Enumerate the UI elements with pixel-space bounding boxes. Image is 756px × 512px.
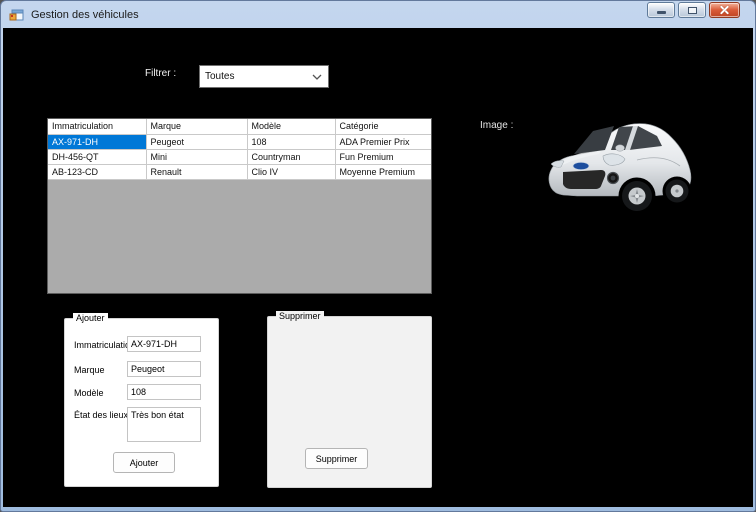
marque-label: Marque <box>74 365 105 375</box>
cell-marque[interactable]: Renault <box>146 164 247 179</box>
cell-modele[interactable]: 108 <box>247 134 335 149</box>
cell-categorie[interactable]: ADA Premier Prix <box>335 134 431 149</box>
cell-immatriculation[interactable]: AB-123-CD <box>48 164 146 179</box>
filter-label: Filtrer : <box>145 68 176 79</box>
table-row: AX-971-DH Peugeot 108 ADA Premier Prix <box>48 134 431 149</box>
window-controls <box>647 2 740 18</box>
close-icon <box>719 6 730 15</box>
cell-marque[interactable]: Mini <box>146 149 247 164</box>
cell-categorie[interactable]: Fun Premium <box>335 149 431 164</box>
vehicles-grid[interactable]: Immatriculation Marque Modèle Catégorie … <box>47 118 432 294</box>
maximize-icon <box>688 7 697 14</box>
minimize-button[interactable] <box>647 2 675 18</box>
grid-header-row: Immatriculation Marque Modèle Catégorie <box>48 119 431 134</box>
window-title: Gestion des véhicules <box>31 9 139 21</box>
cell-modele[interactable]: Clio IV <box>247 164 335 179</box>
delete-groupbox: Supprimer Supprimer <box>267 316 432 488</box>
titlebar[interactable]: Gestion des véhicules <box>1 1 755 28</box>
close-button[interactable] <box>709 2 740 18</box>
column-header-marque[interactable]: Marque <box>146 119 247 134</box>
vehicle-image <box>541 116 693 216</box>
image-label: Image : <box>480 120 513 131</box>
delete-groupbox-title: Supprimer <box>276 311 324 322</box>
column-header-modele[interactable]: Modèle <box>247 119 335 134</box>
column-header-categorie[interactable]: Catégorie <box>335 119 431 134</box>
immatriculation-label: Immatriculation <box>74 340 135 350</box>
supprimer-button[interactable]: Supprimer <box>305 448 368 469</box>
cell-modele[interactable]: Countryman <box>247 149 335 164</box>
cell-marque[interactable]: Peugeot <box>146 134 247 149</box>
vehicles-table: Immatriculation Marque Modèle Catégorie … <box>48 119 431 180</box>
chevron-down-icon <box>312 74 322 80</box>
etat-des-lieux-textarea[interactable]: Très bon état <box>127 407 201 442</box>
form-client-area: Filtrer : Toutes Immatriculation Marque … <box>3 28 753 507</box>
add-groupbox: Ajouter Immatriculation Marque Modèle Ét… <box>64 318 219 487</box>
immatriculation-input[interactable] <box>127 336 201 352</box>
cell-categorie[interactable]: Moyenne Premium <box>335 164 431 179</box>
table-row: DH-456-QT Mini Countryman Fun Premium <box>48 149 431 164</box>
app-window: Gestion des véhicules Filtrer : Toutes <box>0 0 756 512</box>
ajouter-button[interactable]: Ajouter <box>113 452 175 473</box>
filter-combobox-value: Toutes <box>205 71 234 82</box>
app-icon <box>9 7 25 23</box>
table-row: AB-123-CD Renault Clio IV Moyenne Premiu… <box>48 164 431 179</box>
marque-input[interactable] <box>127 361 201 377</box>
cell-immatriculation[interactable]: DH-456-QT <box>48 149 146 164</box>
minimize-icon <box>657 11 666 14</box>
filter-combobox[interactable]: Toutes <box>199 65 329 88</box>
column-header-immatriculation[interactable]: Immatriculation <box>48 119 146 134</box>
modele-input[interactable] <box>127 384 201 400</box>
add-groupbox-title: Ajouter <box>73 313 108 324</box>
modele-label: Modèle <box>74 388 104 398</box>
maximize-button[interactable] <box>678 2 706 18</box>
etat-des-lieux-label: État des lieux <box>74 410 128 420</box>
cell-immatriculation[interactable]: AX-971-DH <box>48 134 146 149</box>
